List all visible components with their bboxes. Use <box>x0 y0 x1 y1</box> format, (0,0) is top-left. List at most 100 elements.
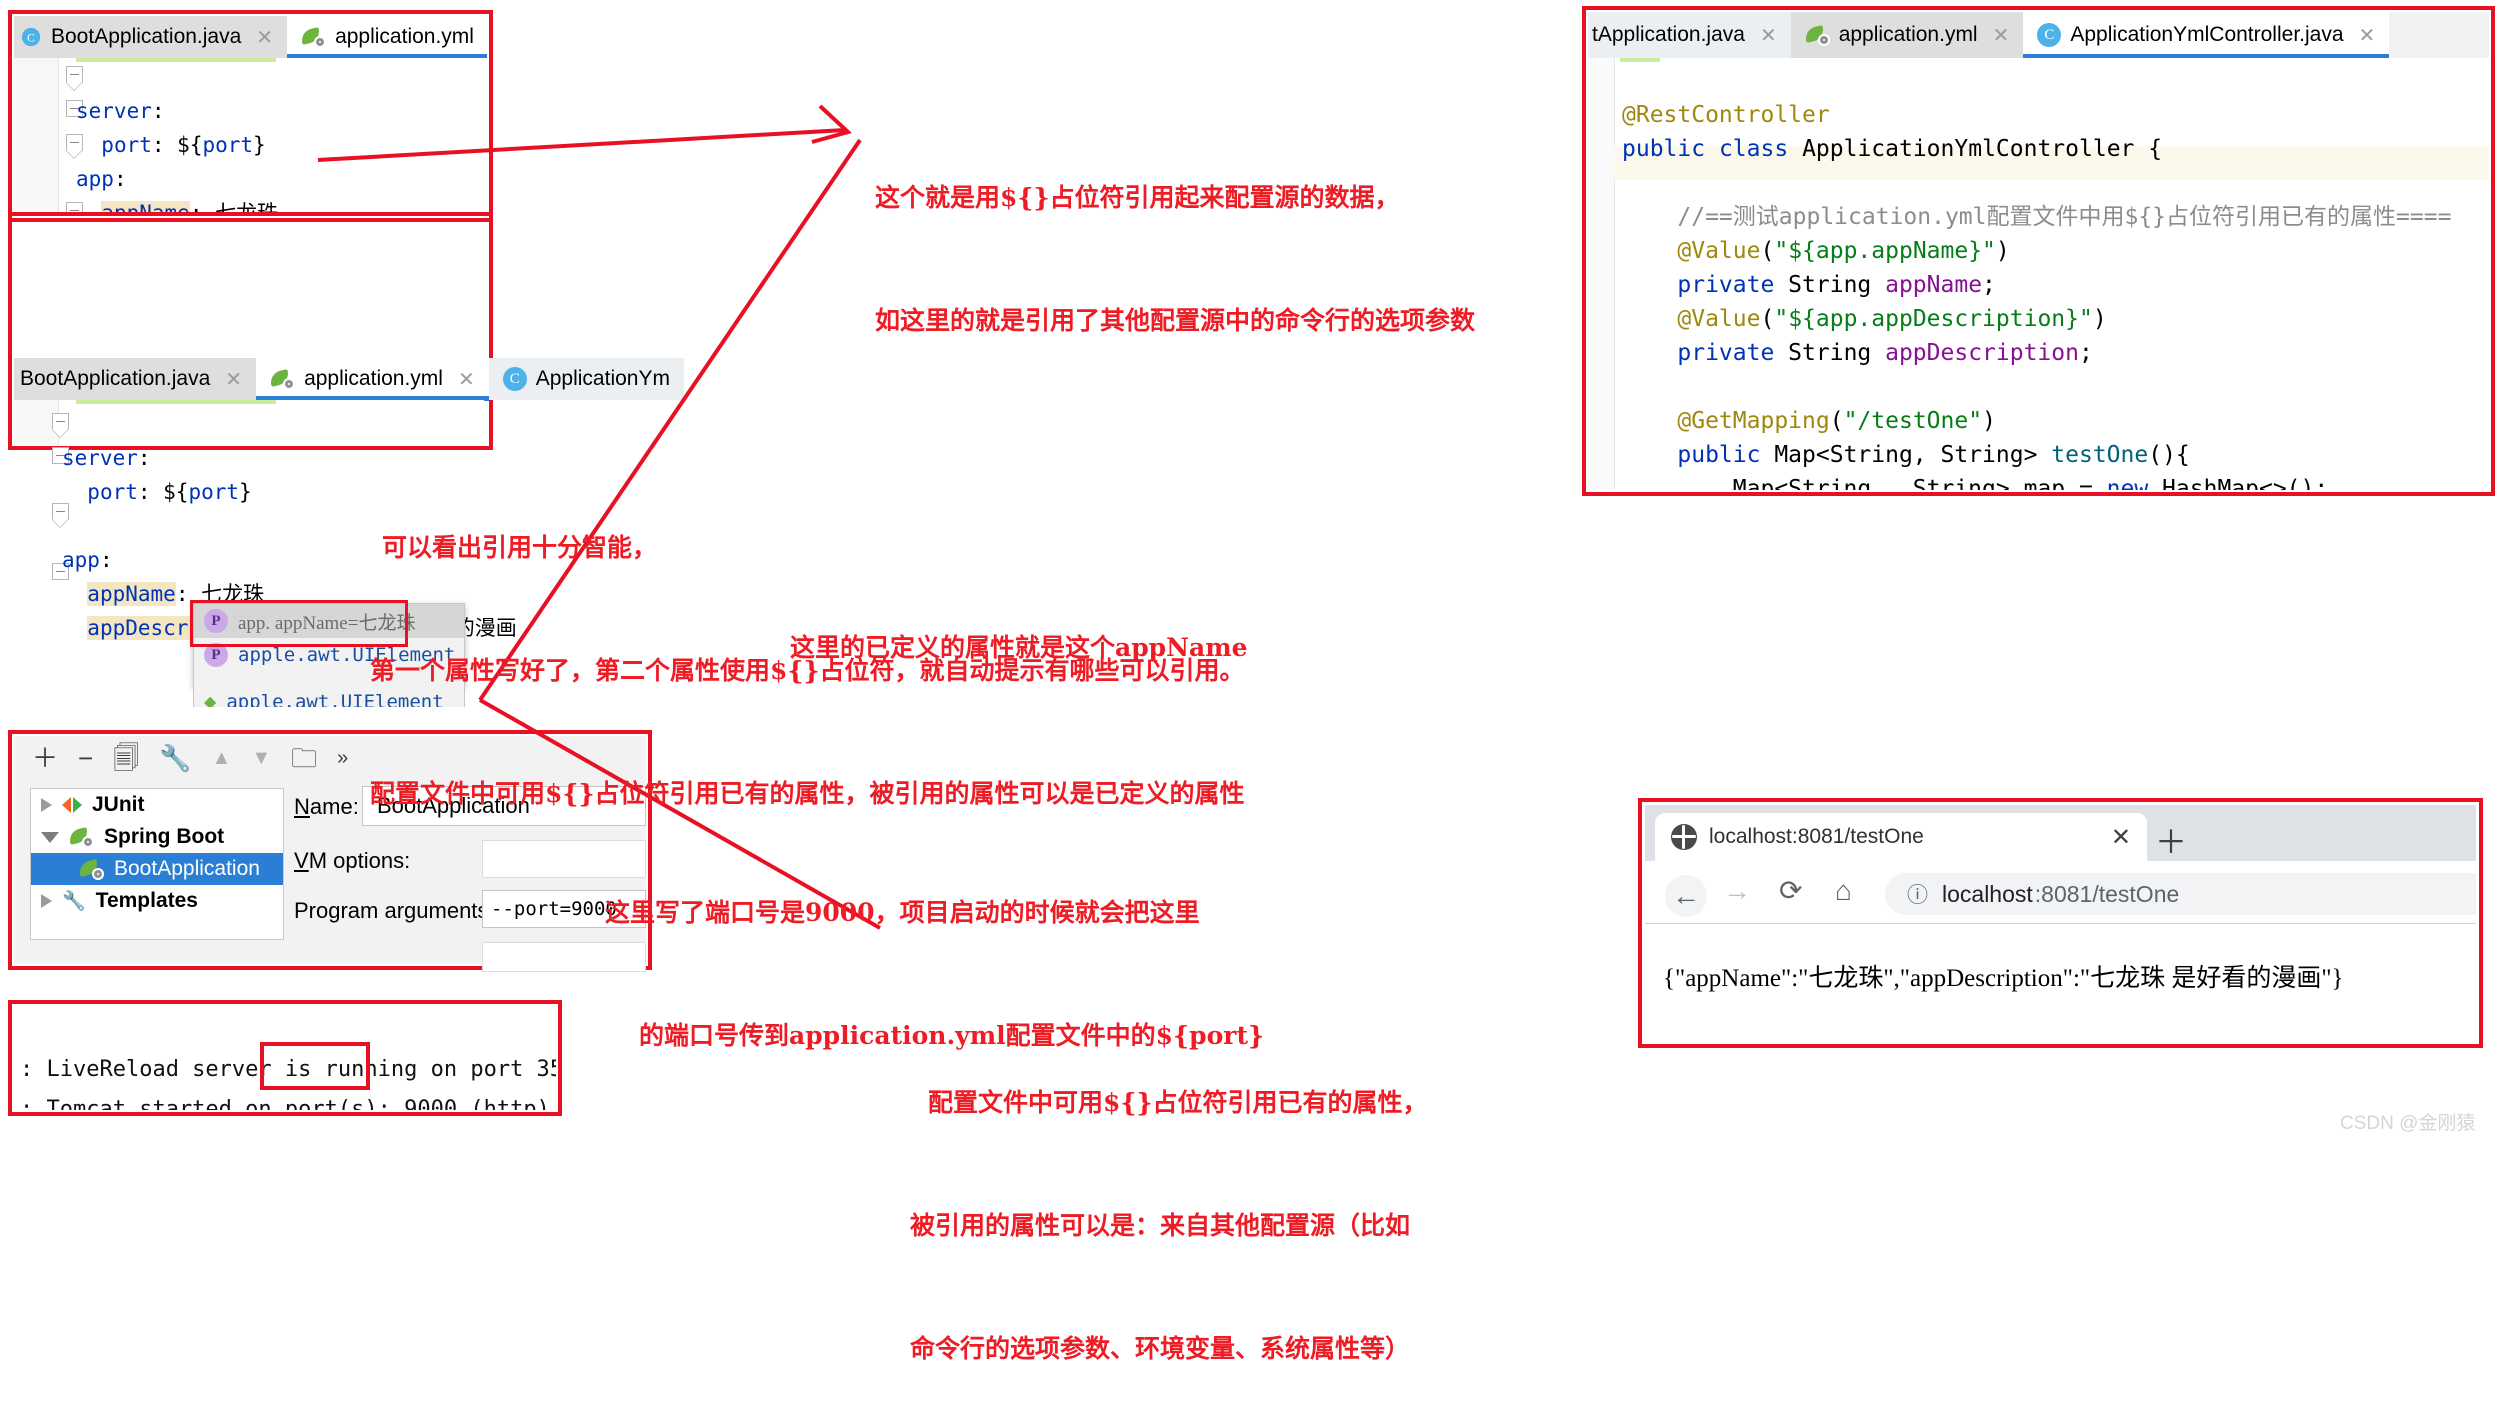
tree-item-label: Templates <box>95 889 198 912</box>
chevron-down-icon[interactable] <box>41 831 59 843</box>
modified-line-marker <box>76 400 276 404</box>
tab-application-yml[interactable]: application.yml ✕ <box>287 16 487 59</box>
browser-body-text: {"appName":"七龙珠","appDescription":"七龙珠 是… <box>1663 965 2344 992</box>
tab-bootapplication-java-mid[interactable]: BootApplication.java ✕ <box>14 358 257 400</box>
forward-icon[interactable]: → <box>1723 877 1751 905</box>
browser-window[interactable]: localhost:8081/testOne ✕ ＋ ← → ⟳ ⌂ ⓘ loc… <box>1645 805 2476 1041</box>
spring-leaf-icon <box>1803 24 1830 46</box>
note-bottom: 配置文件中可用${}占位符引用已有的属性， 被引用的属性可以是：来自其他配置源（… <box>910 1000 1428 1410</box>
tab-label: tApplication.java <box>1592 23 1745 46</box>
more-icon[interactable]: » <box>337 748 348 768</box>
tree-item-label: BootApplication <box>114 857 260 880</box>
java-class-c-icon: C <box>2037 23 2062 47</box>
tab-label: ApplicationYm <box>535 367 670 390</box>
chevron-right-icon[interactable] <box>41 798 52 812</box>
new-folder-icon[interactable]: 🗀 <box>291 745 317 771</box>
close-icon[interactable]: ✕ <box>2359 23 2376 48</box>
note-line: 如这里的就是引用了其他配置源中的命令行的选项参数 <box>875 306 1476 335</box>
browser-tab[interactable]: localhost:8081/testOne ✕ <box>1655 813 2147 861</box>
tab-label: application.yml <box>1838 23 1978 46</box>
tree-item-templates[interactable]: 🔧 Templates <box>31 885 283 917</box>
spring-leaf-icon <box>268 368 296 390</box>
console-line: : Tomcat started on port(s): 9000 (http)… <box>20 1097 550 1110</box>
tree-item-junit[interactable]: JUnit <box>31 789 283 821</box>
wrench-icon[interactable]: 🔧 <box>159 745 191 771</box>
note-line: 配置文件中可用${}占位符引用已有的属性，被引用的属性可以是已定义的属性 <box>370 779 1245 808</box>
close-icon[interactable]: ✕ <box>225 367 242 392</box>
close-icon[interactable]: ✕ <box>1993 23 2010 48</box>
tab-bootapplication-java-right[interactable]: tApplication.java ✕ <box>1588 12 1791 58</box>
browser-viewport: {"appName":"七龙珠","appDescription":"七龙珠 是… <box>1645 923 2476 1041</box>
note-line: 被引用的属性可以是：来自其他配置源（比如 <box>910 1211 1411 1240</box>
run-config-tree[interactable]: JUnit Spring Boot BootApplication 🔧 Temp… <box>30 788 284 940</box>
close-icon[interactable]: ✕ <box>458 367 475 392</box>
tab-applicationymlcontroller-java[interactable]: C ApplicationYmlController.java ✕ <box>2023 12 2390 59</box>
spring-leaf-icon <box>77 858 104 880</box>
editor-top[interactable]: C BootApplication.java ✕ application.yml… <box>14 16 487 216</box>
wrench-icon: 🔧 <box>62 891 86 912</box>
tree-item-bootapplication[interactable]: BootApplication <box>31 853 283 885</box>
reload-icon[interactable]: ⟳ <box>1779 877 1802 905</box>
tab-application-yml-mid[interactable]: application.yml ✕ <box>256 358 489 401</box>
move-up-icon[interactable]: ▲ <box>212 748 232 768</box>
editor-gutter[interactable] <box>14 58 59 216</box>
browser-tab-title: localhost:8081/testOne <box>1709 825 1924 848</box>
watermark: CSDN @金刚猿 <box>2340 1113 2476 1134</box>
yaml-code-top[interactable]: server: port: ${port} app: appName: 七龙珠 … <box>76 60 487 216</box>
tree-item-label: JUnit <box>92 793 145 816</box>
editor-right[interactable]: tApplication.java ✕ application.yml ✕ C … <box>1588 12 2489 490</box>
add-icon[interactable]: ＋ <box>32 745 58 771</box>
copy-icon[interactable]: 🗐 <box>113 745 139 771</box>
note-line: 命令行的选项参数、环境变量、系统属性等） <box>910 1334 1411 1363</box>
home-icon[interactable]: ⌂ <box>1835 877 1852 905</box>
browser-tabstrip[interactable]: localhost:8081/testOne ✕ ＋ <box>1645 805 2476 861</box>
modified-line-marker <box>1620 58 1660 62</box>
tab-application-yml-right[interactable]: application.yml ✕ <box>1790 12 2024 58</box>
tab-label: BootApplication.java <box>51 25 242 48</box>
program-arguments-value: --port=9000 <box>491 898 617 920</box>
svg-text:C: C <box>27 31 35 45</box>
tab-label: application.yml <box>335 25 474 48</box>
junit-icon <box>62 797 82 813</box>
note-line: 这个就是用${}占位符引用起来配置源的数据， <box>875 183 1400 212</box>
note-appname: 这里的已定义的属性就是这个appName <box>790 570 1248 693</box>
tab-applicationymlcontroller-mid[interactable]: C ApplicationYm <box>488 358 684 400</box>
tab-label: ApplicationYmlController.java <box>2070 23 2344 46</box>
java-code-right[interactable]: @RestController public class Application… <box>1622 64 2451 490</box>
url-host: localhost <box>1942 880 2033 907</box>
program-arguments-label: Program arguments: <box>294 898 495 923</box>
note-line: 这里的已定义的属性就是这个appName <box>790 633 1248 662</box>
site-info-icon[interactable]: ⓘ <box>1907 879 1928 909</box>
editor-gutter[interactable] <box>1588 58 1615 490</box>
note-line: 配置文件中可用${}占位符引用已有的属性， <box>928 1088 1428 1117</box>
close-icon[interactable]: ✕ <box>1760 23 1777 48</box>
spring-leaf-icon <box>67 826 94 848</box>
editor-top-tabbar[interactable]: C BootApplication.java ✕ application.yml… <box>14 16 487 59</box>
address-bar[interactable]: ⓘ localhost:8081/testOne <box>1885 873 2476 915</box>
globe-icon <box>1671 824 1697 850</box>
console-port-highlight-box <box>260 1042 370 1090</box>
editor-mid-tabbar[interactable]: BootApplication.java ✕ application.yml ✕… <box>14 358 684 401</box>
browser-toolbar[interactable]: ← → ⟳ ⌂ ⓘ localhost:8081/testOne <box>1645 861 2476 923</box>
note-top: 这个就是用${}占位符引用起来配置源的数据， 如这里的就是引用了其他配置源中的命… <box>875 95 1475 382</box>
note-line: 这里写了端口号是9000，项目启动的时候就会把这里 <box>605 898 1200 927</box>
move-down-icon[interactable]: ▼ <box>251 748 271 768</box>
chevron-right-icon[interactable] <box>41 894 52 908</box>
java-class-c-icon: C <box>502 367 527 391</box>
new-tab-icon[interactable]: ＋ <box>2155 817 2187 863</box>
tab-label: application.yml <box>304 367 443 390</box>
java-class-icon: C <box>21 27 41 47</box>
remove-icon[interactable]: − <box>78 745 93 771</box>
field-program-arguments-row[interactable]: Program arguments: --port=9000 <box>282 890 646 930</box>
note-line: 可以看出引用十分智能， <box>382 533 658 562</box>
property-kind-icon: ◆ <box>204 694 217 707</box>
close-icon[interactable]: ✕ <box>2111 823 2131 852</box>
url-path: :8081/testOne <box>2034 880 2180 907</box>
editor-right-tabbar[interactable]: tApplication.java ✕ application.yml ✕ C … <box>1588 12 2489 59</box>
close-icon[interactable]: ✕ <box>256 25 273 50</box>
tree-item-spring-boot[interactable]: Spring Boot <box>31 821 283 853</box>
back-icon[interactable]: ← <box>1665 875 1707 917</box>
tab-label: BootApplication.java <box>20 367 211 390</box>
name-label: Name: <box>294 794 359 819</box>
tab-bootapplication-java[interactable]: C BootApplication.java ✕ <box>14 16 288 58</box>
